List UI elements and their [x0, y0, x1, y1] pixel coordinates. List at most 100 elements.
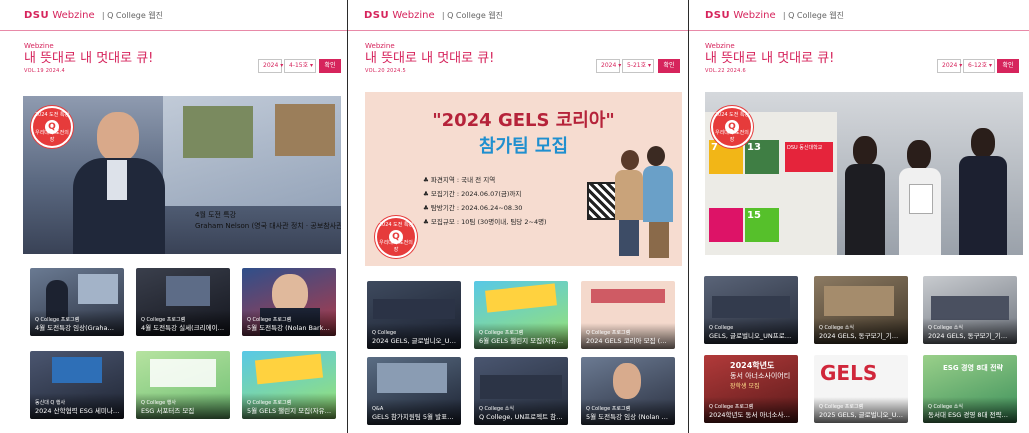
article-card[interactable]: Q College 프로그램 5월 도전특강 임상 (Nolan Bar...: [581, 357, 675, 425]
title-block: Webzine 내 뜻대로 내 멋대로 큐! VOL.19 2024.4: [24, 42, 153, 75]
logo-subtitle: | Q College 웹진: [782, 11, 845, 20]
confirm-button[interactable]: 확인: [319, 59, 341, 73]
article-card[interactable]: Q College 프로그램 4월 도전특강 실세(크리에이터 ...: [136, 268, 230, 336]
article-title: Q College, UN프로젝트 참 증...: [479, 413, 564, 421]
article-card[interactable]: Q College 프로그램 2024 GELS 코리아 모집 (국내...: [581, 281, 675, 349]
poster-bullet: ♣ 파견지역 : 국내 전 지역: [423, 176, 496, 184]
student-2: [895, 140, 945, 255]
hero-poster[interactable]: "2024 GELS 코리아" 참가팀 모집 ♣ 파견지역 : 국내 전 지역 …: [365, 92, 682, 266]
article-title: GELS, 글로벌니오_UN프로젝트...: [709, 332, 794, 340]
page-title: 내 뜻대로 내 멋대로 큐!: [365, 51, 495, 66]
issue-select-value: 4-15호: [289, 62, 309, 69]
poster-bullet: ♣ 모집규모 : 10팀 (30명이내, 팀당 2~4명): [423, 218, 547, 226]
webzine-label: Webzine: [24, 42, 54, 50]
volume-label: VOL.19 2024.4: [24, 68, 65, 74]
article-card[interactable]: Q College 프로그램 5월 도전특강 (Nolan Barkhou...: [242, 268, 336, 336]
hero-image[interactable]: 7 13 15 DSU 동신대학교 2024 도전 특강 Q 우리대학 도전의 …: [705, 92, 1023, 255]
year-select-value: 2024: [263, 62, 279, 69]
article-title: ESG 서포터즈 모집: [141, 407, 195, 415]
badge-bottom-text: 우리대학 도전의 장: [35, 130, 69, 143]
article-card[interactable]: Q College 2024 GELS, 글로벌니오_UN프...: [367, 281, 461, 349]
travelers-illustration: [611, 146, 677, 260]
hero-caption-title: 4월 도전 특강: [195, 211, 237, 219]
issue-select[interactable]: 6-12호 ▾: [963, 59, 995, 73]
article-card[interactable]: Q College 소식 Q College, UN프로젝트 참 증...: [474, 357, 568, 425]
site-logo[interactable]: DSU Webzine | Q College 웹진: [705, 10, 844, 21]
challenge-badge: 2024 도전 특강 Q 우리대학 도전의 장: [31, 106, 73, 148]
hero-caption-subtitle: Graham Nelson (영국 대사관 정치 · 공보참사관): [195, 222, 341, 230]
issue-select-value: 5-21호: [627, 62, 647, 69]
screen-photo-right: [275, 104, 335, 156]
article-title: GELS 참가지원팀 5월 발표행...: [372, 413, 457, 421]
article-title: 2024 GELS, 글로벌니오_UN프...: [372, 337, 457, 345]
sdg-red-tile: [709, 208, 743, 242]
article-title: 4월 도전특강 임상(Graham N...: [35, 324, 120, 332]
esg-poster-title: ESG 경영 8대 전략: [943, 364, 1003, 372]
year-select[interactable]: 2024 ▾: [596, 59, 621, 73]
hero-caption: 4월 도전 특강 Graham Nelson (영국 대사관 정치 · 공보참사…: [195, 210, 341, 232]
issue-select[interactable]: 5-21호 ▾: [622, 59, 654, 73]
year-select[interactable]: 2024 ▾: [937, 59, 962, 73]
logo-subtitle: | Q College 웹진: [441, 11, 504, 20]
article-card[interactable]: Q College GELS, 글로벌니오_UN프로젝트...: [704, 276, 798, 344]
year-select[interactable]: 2024 ▾: [258, 59, 283, 73]
poster-title: "2024 GELS 코리아": [432, 110, 615, 131]
article-title: 2025 GELS, 글로벌니오_UN프...: [819, 411, 904, 419]
article-title: 4월 도전특강 실세(크리에이터 ...: [141, 324, 226, 332]
site-logo[interactable]: DSU Webzine | Q College 웹진: [24, 10, 163, 21]
honor-poster-title: 2024학년도: [730, 361, 775, 370]
logo-dsu: DSU: [364, 10, 390, 21]
article-card[interactable]: Q College 프로그램 6월 GELS 챌린지 모집(자유선...: [474, 281, 568, 349]
challenge-badge: 2024 도전 특강 Q 우리대학 도전의 장: [375, 216, 417, 258]
page-title: 내 뜻대로 내 멋대로 큐!: [705, 51, 835, 66]
confirm-button[interactable]: 확인: [997, 59, 1019, 73]
year-select-value: 2024: [601, 62, 617, 69]
confirm-button[interactable]: 확인: [658, 59, 680, 73]
badge-top-text: 2024 도전 특강: [714, 112, 750, 118]
article-title: 2024학년도 동서 아너소사이어...: [709, 411, 794, 419]
article-title: 2024 산학협력 ESG 세미나 ...: [35, 407, 120, 415]
badge-top-text: 2024 도전 특강: [34, 112, 70, 118]
article-card[interactable]: Q College 소식 2024 GELS, 동구모기_기업인...: [814, 276, 908, 344]
article-title: 5월 도전특강 임상 (Nolan Bar...: [586, 413, 671, 421]
speaker: [67, 112, 171, 254]
sdg-banner-title: DSU 동신대학교: [785, 142, 833, 172]
article-title: 6월 GELS 챌린지 모집(자유선...: [479, 337, 564, 345]
article-card[interactable]: ESG 경영 8대 전략 Q College 소식 동서대 ESG 경영 8대 …: [923, 355, 1017, 423]
logo-dsu: DSU: [705, 10, 731, 21]
issue-select[interactable]: 4-15호 ▾: [284, 59, 316, 73]
article-title: 동서대 ESG 경영 8대 전략을 ...: [928, 411, 1013, 419]
article-card[interactable]: Q&A GELS 참가지원팀 5월 발표행...: [367, 357, 461, 425]
logo-subtitle: | Q College 웹진: [101, 11, 164, 20]
logo-brand: Webzine: [52, 10, 95, 21]
site-header: DSU Webzine | Q College 웹진: [348, 0, 688, 31]
screen-photo-left: [183, 106, 253, 158]
hero-image[interactable]: 4월 도전 특강 Graham Nelson (영국 대사관 정치 · 공보참사…: [23, 96, 341, 254]
logo-brand: Webzine: [733, 10, 776, 21]
site-header: DSU Webzine | Q College 웹진: [0, 0, 347, 31]
site-logo[interactable]: DSU Webzine | Q College 웹진: [364, 10, 503, 21]
volume-label: VOL.20 2024.5: [365, 68, 406, 74]
webzine-panel-2: DSU Webzine | Q College 웹진 Webzine 내 뜻대로…: [348, 0, 688, 433]
article-title: 5월 GELS 챌린지 모집(자유선...: [247, 407, 332, 415]
gels-poster-title: GELS: [820, 361, 878, 385]
article-title: 2024 GELS 코리아 모집 (국내...: [586, 337, 671, 345]
article-card[interactable]: 동신대 Q 행사 2024 산학협력 ESG 세미나 ...: [30, 351, 124, 419]
article-card[interactable]: Q College 행사 ESG 서포터즈 모집: [136, 351, 230, 419]
sdg-15-tile: 15: [745, 208, 779, 242]
article-card[interactable]: 2024학년도 동서 아너소사이어티 장학생 모집 Q College 프로그램…: [704, 355, 798, 423]
poster-bullet: ♣ 탐방기간 : 2024.06.24~08.30: [423, 204, 523, 212]
webzine-label: Webzine: [365, 42, 395, 50]
issue-select-value: 6-12호: [968, 62, 988, 69]
badge-bottom-text: 우리대학 도전의 장: [715, 130, 749, 143]
student-1: [841, 136, 889, 255]
article-card[interactable]: Q College 소식 2024 GELS, 동구모기_기업인...: [923, 276, 1017, 344]
sdg-13-tile: 13: [745, 140, 779, 174]
article-card[interactable]: Q College 프로그램 4월 도전특강 임상(Graham N...: [30, 268, 124, 336]
article-title: 5월 도전특강 (Nolan Barkhou...: [247, 324, 332, 332]
badge-top-text: 2024 도전 특강: [378, 222, 414, 228]
article-card[interactable]: GELS Q College 프로그램 2025 GELS, 글로벌니오_UN프…: [814, 355, 908, 423]
page-title: 내 뜻대로 내 멋대로 큐!: [24, 51, 154, 66]
article-card[interactable]: Q College 프로그램 5월 GELS 챌린지 모집(자유선...: [242, 351, 336, 419]
title-block: Webzine 내 뜻대로 내 멋대로 큐! VOL.20 2024.5: [365, 42, 494, 75]
